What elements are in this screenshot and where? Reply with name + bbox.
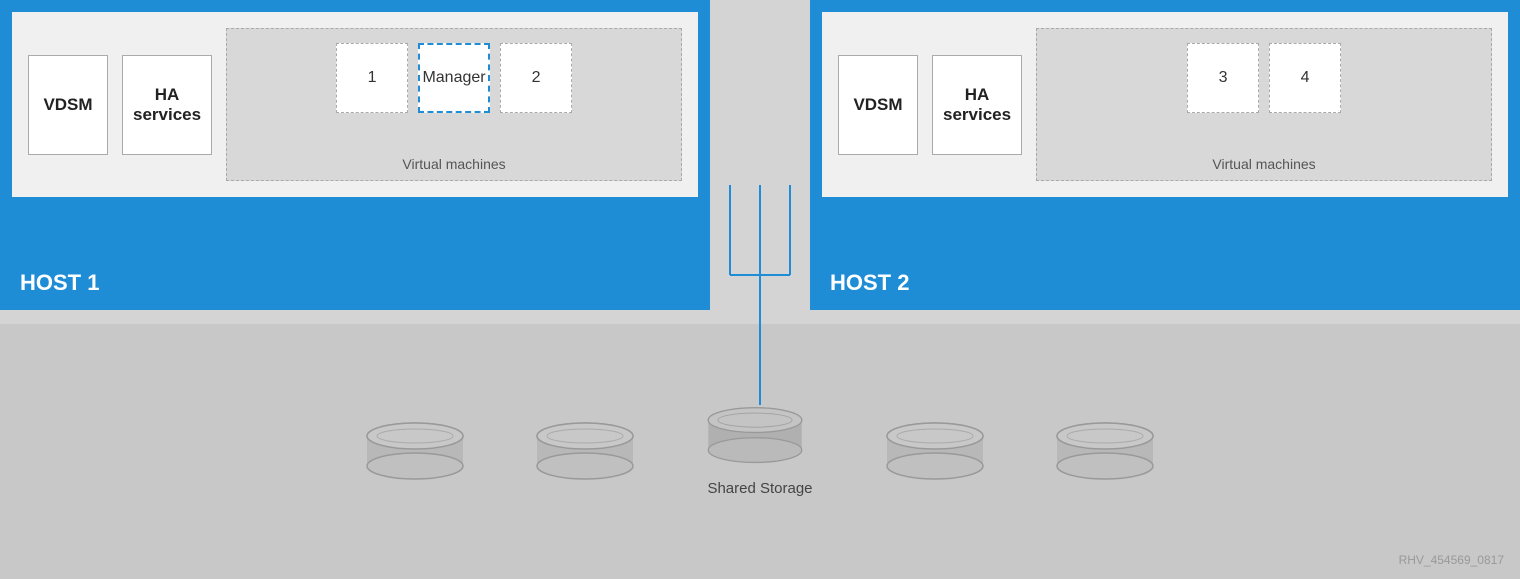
host2-block: VDSM HA services 3 4 Virtual machines HO bbox=[810, 0, 1520, 310]
connector-lines bbox=[700, 185, 820, 405]
disk4-container bbox=[880, 422, 990, 482]
host2-inner: VDSM HA services 3 4 Virtual machines bbox=[822, 12, 1508, 197]
host2-vms-row: 3 4 bbox=[1187, 43, 1341, 113]
disk1-container bbox=[360, 422, 470, 482]
shared-storage-label: Shared Storage bbox=[707, 480, 812, 497]
host1-vms-row: 1 Manager 2 bbox=[336, 43, 572, 113]
host2-vms-group: 3 4 Virtual machines bbox=[1036, 28, 1492, 181]
disks-row: Shared Storage bbox=[360, 406, 1160, 497]
host2-vdsm: VDSM bbox=[838, 55, 918, 155]
disk2 bbox=[530, 422, 640, 482]
shared-storage-disk bbox=[700, 406, 820, 474]
host1-vm-manager: Manager bbox=[418, 43, 490, 113]
diagram: VDSM HA services 1 Manager 2 bbox=[0, 0, 1520, 579]
host2-vm4: 4 bbox=[1269, 43, 1341, 113]
host1-vms-group: 1 Manager 2 Virtual machines bbox=[226, 28, 682, 181]
shared-storage-container: Shared Storage bbox=[700, 406, 820, 497]
watermark: RHV_454569_0817 bbox=[1399, 553, 1504, 567]
host1-label: HOST 1 bbox=[0, 256, 710, 310]
host2-vms-label: Virtual machines bbox=[1212, 156, 1315, 172]
host1-vms-label: Virtual machines bbox=[402, 156, 505, 172]
disk4 bbox=[880, 422, 990, 482]
host2-vm3: 3 bbox=[1187, 43, 1259, 113]
disk2-container bbox=[530, 422, 640, 482]
host1-inner: VDSM HA services 1 Manager 2 bbox=[12, 12, 698, 197]
disk5-container bbox=[1050, 422, 1160, 482]
host1-ha-services: HA services bbox=[122, 55, 212, 155]
host1-vdsm: VDSM bbox=[28, 55, 108, 155]
host1-vm2: 2 bbox=[500, 43, 572, 113]
host1-block: VDSM HA services 1 Manager 2 bbox=[0, 0, 710, 310]
disk1 bbox=[360, 422, 470, 482]
host2-label: HOST 2 bbox=[810, 256, 1520, 310]
host1-vm1: 1 bbox=[336, 43, 408, 113]
disk5 bbox=[1050, 422, 1160, 482]
host2-ha-services: HA services bbox=[932, 55, 1022, 155]
